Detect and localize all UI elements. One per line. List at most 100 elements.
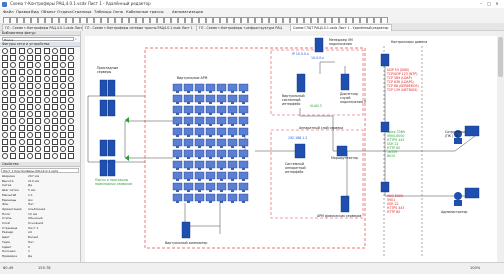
menu-tables[interactable]: Таблицы [94, 8, 111, 15]
arm-phys-icon[interactable] [340, 195, 350, 213]
shape-tile[interactable] [26, 76, 33, 82]
virtual-server-top-icon[interactable] [296, 73, 306, 93]
shape-tile[interactable] [43, 125, 50, 131]
shape-tile[interactable] [2, 132, 8, 138]
shape-tile[interactable] [35, 83, 42, 89]
shape-tile[interactable] [18, 118, 25, 124]
shape-tile[interactable] [10, 146, 17, 152]
shape-tile[interactable] [18, 69, 25, 75]
shape-tile[interactable] [26, 48, 33, 54]
virtual-computer-icon[interactable] [181, 221, 191, 239]
minimize-button[interactable]: – [478, 1, 484, 6]
menu-edit[interactable]: Правка [16, 8, 30, 15]
shape-tile[interactable] [43, 139, 50, 145]
shape-tile[interactable] [26, 97, 33, 103]
shape-tile[interactable] [18, 146, 25, 152]
shape-tile[interactable] [60, 55, 67, 61]
shape-tile[interactable] [35, 97, 42, 103]
shape-tile[interactable] [60, 83, 67, 89]
shape-tile[interactable] [68, 62, 75, 68]
shape-tile[interactable] [68, 146, 75, 152]
menu-view[interactable]: Вид [31, 8, 39, 15]
shape-tile[interactable] [43, 146, 50, 152]
properties-tab[interactable]: Лист 1 Контроферы РАЦ.4.0.1.vsdx [1, 168, 79, 173]
shape-tile[interactable] [68, 153, 75, 159]
shape-tile[interactable] [51, 90, 58, 96]
shape-tile[interactable] [2, 76, 8, 82]
menu-window[interactable]: Окно [113, 8, 123, 15]
shape-tile[interactable] [18, 76, 25, 82]
shape-tile[interactable] [18, 125, 25, 131]
shape-tile[interactable] [68, 125, 75, 131]
shape-tile[interactable] [43, 111, 50, 117]
shape-tile[interactable] [51, 104, 58, 110]
shape-tile[interactable] [60, 104, 67, 110]
shape-tile[interactable] [2, 153, 8, 159]
shape-tile[interactable] [60, 62, 67, 68]
search-icon[interactable]: ⌕ [75, 37, 79, 41]
close-button[interactable]: ✕ [494, 1, 500, 6]
vertical-scrollbar[interactable] [497, 31, 504, 262]
firewall-icon-2[interactable] [380, 181, 390, 193]
shape-tile[interactable] [10, 76, 17, 82]
library-title[interactable]: Фигуры сети и устройства [0, 42, 80, 47]
shape-tile[interactable] [43, 97, 50, 103]
shape-tile[interactable] [26, 83, 33, 89]
shape-tile[interactable] [2, 139, 8, 145]
shape-tile[interactable] [10, 48, 17, 54]
search-input[interactable]: Поиск [2, 37, 74, 42]
shape-tile[interactable] [26, 153, 33, 159]
shape-tile[interactable] [43, 83, 50, 89]
shape-tile[interactable] [35, 118, 42, 124]
shape-tile[interactable] [10, 111, 17, 117]
shape-tile[interactable] [35, 153, 42, 159]
shape-tile[interactable] [68, 90, 75, 96]
shape-tile[interactable] [18, 139, 25, 145]
shape-tile[interactable] [35, 69, 42, 75]
shape-tile[interactable] [68, 55, 75, 61]
shape-tile[interactable] [68, 104, 75, 110]
shape-tile[interactable] [18, 83, 25, 89]
shape-tile[interactable] [2, 125, 8, 131]
shape-tile[interactable] [43, 76, 50, 82]
shape-tile[interactable] [35, 146, 42, 152]
shape-tile[interactable] [51, 153, 58, 159]
menu-object[interactable]: Объект [41, 8, 56, 15]
shape-tile[interactable] [51, 118, 58, 124]
shape-tile[interactable] [2, 97, 8, 103]
shape-tile[interactable] [26, 125, 33, 131]
shape-tile[interactable] [26, 118, 33, 124]
shape-tile[interactable] [18, 111, 25, 117]
shape-tile[interactable] [2, 69, 8, 75]
status-zoom[interactable]: 100% [470, 266, 480, 270]
shape-tile[interactable] [68, 139, 75, 145]
scroll-thumb[interactable] [498, 37, 503, 77]
shape-tile[interactable] [35, 90, 42, 96]
shape-tile[interactable] [43, 62, 50, 68]
shape-tile[interactable] [10, 55, 17, 61]
shape-tile[interactable] [51, 76, 58, 82]
menu-cable-routes[interactable]: Кабельные трассы [126, 8, 164, 15]
shape-tile[interactable] [2, 111, 8, 117]
shape-tile[interactable] [18, 132, 25, 138]
shape-tile[interactable] [18, 153, 25, 159]
shape-tile[interactable] [26, 55, 33, 61]
shape-tile[interactable] [35, 55, 42, 61]
shape-tile[interactable] [18, 104, 25, 110]
shape-tile[interactable] [68, 48, 75, 54]
shape-tile[interactable] [2, 55, 8, 61]
menu-output[interactable]: Отдача [57, 8, 72, 15]
shape-tile[interactable] [51, 83, 58, 89]
shape-tile[interactable] [60, 97, 67, 103]
maximize-button[interactable]: □ [486, 1, 492, 6]
shape-tile[interactable] [35, 125, 42, 131]
shape-tile[interactable] [43, 55, 50, 61]
shape-tile[interactable] [18, 55, 25, 61]
shape-tile[interactable] [68, 132, 75, 138]
shape-tile[interactable] [10, 125, 17, 131]
shape-tile[interactable] [18, 48, 25, 54]
shape-tile[interactable] [68, 69, 75, 75]
sys-interface-icon[interactable] [294, 143, 306, 159]
shape-tile[interactable] [35, 48, 42, 54]
shape-tile[interactable] [51, 132, 58, 138]
